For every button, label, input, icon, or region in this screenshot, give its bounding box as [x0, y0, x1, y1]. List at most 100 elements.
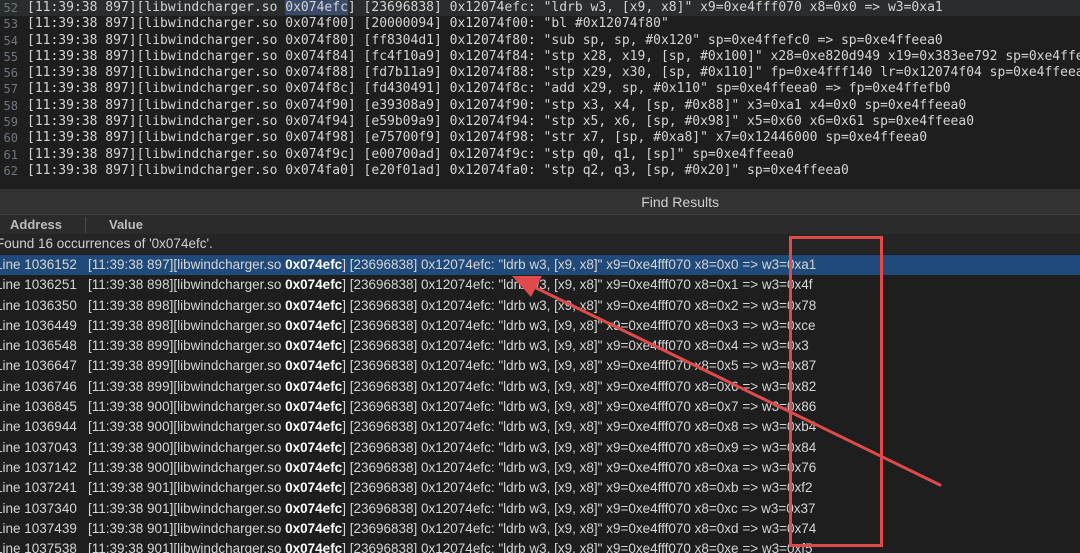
- editor-line-text: [11:39:38 897][libwindcharger.so 0x074f9…: [27, 114, 974, 130]
- line-text-prefix: [11:39:38 897][libwindcharger.so 0x074f9…: [27, 114, 975, 130]
- line-number: 52: [3, 1, 18, 15]
- line-number: 53: [3, 17, 18, 32]
- line-number: 55: [3, 49, 18, 64]
- result-prefix: [11:39:38 901][libwindcharger.so: [88, 500, 286, 516]
- result-row[interactable]: Line 1037043 [11:39:38 900][libwindcharge…: [0, 438, 1080, 458]
- editor-line-text: [11:39:38 897][libwindcharger.so 0x074f8…: [27, 49, 1080, 65]
- editor-line[interactable]: 53 [11:39:38 897][libwindcharger.so 0x074…: [0, 16, 1080, 32]
- result-line-number: Line 1036647: [0, 358, 77, 374]
- result-row[interactable]: Line 1036548 [11:39:38 899][libwindcharge…: [0, 336, 1080, 356]
- editor-line[interactable]: 61 [11:39:38 897][libwindcharger.so 0x074…: [0, 147, 1080, 163]
- editor-line-text: [11:39:38 897][libwindcharger.so 0x074ef…: [27, 0, 943, 16]
- result-prefix: [11:39:38 899][libwindcharger.so: [88, 378, 286, 394]
- result-row[interactable]: Line 1037439 [11:39:38 901][libwindcharge…: [0, 519, 1080, 539]
- result-prefix: [11:39:38 900][libwindcharger.so: [88, 439, 286, 455]
- editor-line[interactable]: 59 [11:39:38 897][libwindcharger.so 0x074…: [0, 114, 1080, 130]
- results-column-header: Address Value: [0, 214, 1080, 236]
- result-prefix: [11:39:38 898][libwindcharger.so: [88, 277, 286, 293]
- result-suffix: ] [23696838] 0x12074efc: "ldrb w3, [x9, …: [342, 419, 817, 435]
- result-match: 0x074efc: [285, 541, 343, 553]
- result-row[interactable]: Line 1037340 [11:39:38 901][libwindcharge…: [0, 499, 1080, 519]
- line-text-prefix: [11:39:38 897][libwindcharger.so 0x074f8…: [27, 65, 1080, 81]
- result-row[interactable]: Line 1036944 [11:39:38 900][libwindcharge…: [0, 417, 1080, 437]
- result-match: 0x074efc: [285, 439, 343, 455]
- result-line-number: Line 1037538: [0, 541, 77, 553]
- result-match: 0x074efc: [285, 257, 343, 272]
- result-row[interactable]: Line 1036647 [11:39:38 899][libwindcharge…: [0, 356, 1080, 376]
- result-row[interactable]: Line 1036152 [11:39:38 897][libwindcharge…: [0, 255, 1080, 276]
- result-value: [11:39:38 901][libwindcharger.so 0x074ef…: [88, 539, 813, 553]
- result-match: 0x074efc: [285, 399, 343, 415]
- result-row[interactable]: Line 1037538 [11:39:38 901][libwindcharge…: [0, 539, 1080, 553]
- result-row[interactable]: Line 1036746 [11:39:38 899][libwindcharge…: [0, 377, 1080, 397]
- line-text-prefix: [11:39:38 897][libwindcharger.so 0x074f9…: [27, 97, 967, 113]
- result-match: 0x074efc: [285, 317, 343, 333]
- editor-line[interactable]: 54 [11:39:38 897][libwindcharger.so 0x074…: [0, 33, 1080, 49]
- result-row[interactable]: Line 1036251 [11:39:38 898][libwindcharge…: [0, 275, 1080, 295]
- result-prefix: [11:39:38 900][libwindcharger.so: [88, 419, 286, 435]
- column-address[interactable]: Address: [10, 215, 62, 235]
- result-suffix: ] [23696838] 0x12074efc: "ldrb w3, [x9, …: [342, 439, 817, 455]
- result-value: [11:39:38 898][libwindcharger.so 0x074ef…: [88, 275, 813, 295]
- editor-line[interactable]: 62 [11:39:38 897][libwindcharger.so 0x074…: [0, 163, 1080, 179]
- result-value: [11:39:38 901][libwindcharger.so 0x074ef…: [88, 478, 813, 498]
- line-text-prefix: [11:39:38 897][libwindcharger.so 0x074f9…: [27, 130, 928, 146]
- result-prefix: [11:39:38 897][libwindcharger.so: [88, 257, 286, 272]
- result-suffix: ] [23696838] 0x12074efc: "ldrb w3, [x9, …: [342, 257, 817, 272]
- result-match: 0x074efc: [285, 338, 343, 354]
- search-match-highlight: 0x074efc: [285, 0, 348, 15]
- editor-line[interactable]: 57 [11:39:38 897][libwindcharger.so 0x074…: [0, 81, 1080, 97]
- result-value: [11:39:38 899][libwindcharger.so 0x074ef…: [88, 336, 809, 356]
- result-value: [11:39:38 900][libwindcharger.so 0x074ef…: [88, 397, 816, 417]
- result-line-number: Line 1036548: [0, 338, 77, 354]
- result-value: [11:39:38 898][libwindcharger.so 0x074ef…: [88, 316, 816, 336]
- result-line-number: Line 1037439: [0, 520, 77, 536]
- editor-line[interactable]: 55 [11:39:38 897][libwindcharger.so 0x074…: [0, 49, 1080, 65]
- result-row[interactable]: Line 1037142 [11:39:38 900][libwindcharge…: [0, 458, 1080, 478]
- line-text-prefix: [11:39:38 897][libwindcharger.so: [27, 0, 286, 15]
- result-prefix: [11:39:38 899][libwindcharger.so: [88, 338, 286, 354]
- result-line-number: Line 1036944: [0, 419, 77, 435]
- result-value: [11:39:38 900][libwindcharger.so 0x074ef…: [88, 458, 816, 478]
- result-prefix: [11:39:38 898][libwindcharger.so: [88, 297, 286, 313]
- result-line-number: Line 1036152: [0, 257, 77, 272]
- result-match: 0x074efc: [285, 500, 343, 516]
- result-row[interactable]: Line 1036449 [11:39:38 898][libwindcharge…: [0, 316, 1080, 336]
- editor-line-text: [11:39:38 897][libwindcharger.so 0x074f9…: [27, 98, 966, 114]
- result-row[interactable]: Line 1036350 [11:39:38 898][libwindcharge…: [0, 296, 1080, 316]
- editor-line-text: [11:39:38 897][libwindcharger.so 0x074f8…: [27, 33, 943, 49]
- result-suffix: ] [23696838] 0x12074efc: "ldrb w3, [x9, …: [342, 480, 813, 496]
- log-editor[interactable]: 52 [11:39:38 897][libwindcharger.so 0x074…: [0, 0, 1080, 188]
- result-match: 0x074efc: [285, 419, 343, 435]
- result-suffix: ] [23696838] 0x12074efc: "ldrb w3, [x9, …: [342, 277, 813, 293]
- column-separator[interactable]: [85, 217, 86, 233]
- line-number: 56: [3, 66, 18, 81]
- editor-line[interactable]: 56 [11:39:38 897][libwindcharger.so 0x074…: [0, 65, 1080, 81]
- editor-line[interactable]: 58 [11:39:38 897][libwindcharger.so 0x074…: [0, 98, 1080, 114]
- result-line-number: Line 1036845: [0, 399, 77, 415]
- result-match: 0x074efc: [285, 277, 343, 293]
- result-line-number: Line 1037241: [0, 480, 77, 496]
- line-text-prefix: [11:39:38 897][libwindcharger.so 0x074f8…: [27, 48, 1080, 64]
- results-list: Line 1036152 [11:39:38 897][libwindcharge…: [0, 255, 1080, 553]
- result-match: 0x074efc: [285, 520, 343, 536]
- editor-line-text: [11:39:38 897][libwindcharger.so 0x074f9…: [27, 147, 794, 163]
- result-value: [11:39:38 900][libwindcharger.so 0x074ef…: [88, 417, 816, 437]
- line-number: 60: [3, 131, 18, 146]
- result-line-number: Line 1036251: [0, 277, 77, 293]
- result-match: 0x074efc: [285, 358, 343, 374]
- result-line-number: Line 1037043: [0, 439, 77, 455]
- column-value[interactable]: Value: [109, 215, 143, 235]
- result-prefix: [11:39:38 898][libwindcharger.so: [88, 317, 286, 333]
- editor-line[interactable]: 60 [11:39:38 897][libwindcharger.so 0x074…: [0, 130, 1080, 146]
- editor-line-text: [11:39:38 897][libwindcharger.so 0x074f8…: [27, 65, 1080, 81]
- result-row[interactable]: Line 1036845 [11:39:38 900][libwindcharge…: [0, 397, 1080, 417]
- line-number: 54: [3, 33, 18, 48]
- result-prefix: [11:39:38 900][libwindcharger.so: [88, 399, 286, 415]
- result-row[interactable]: Line 1037241 [11:39:38 901][libwindcharge…: [0, 478, 1080, 498]
- result-suffix: ] [23696838] 0x12074efc: "ldrb w3, [x9, …: [342, 459, 817, 475]
- editor-line[interactable]: 52 [11:39:38 897][libwindcharger.so 0x074…: [0, 0, 1080, 17]
- result-suffix: ] [23696838] 0x12074efc: "ldrb w3, [x9, …: [342, 500, 816, 516]
- result-match: 0x074efc: [285, 459, 343, 475]
- editor-line-text: [11:39:38 897][libwindcharger.so 0x074f8…: [27, 81, 951, 97]
